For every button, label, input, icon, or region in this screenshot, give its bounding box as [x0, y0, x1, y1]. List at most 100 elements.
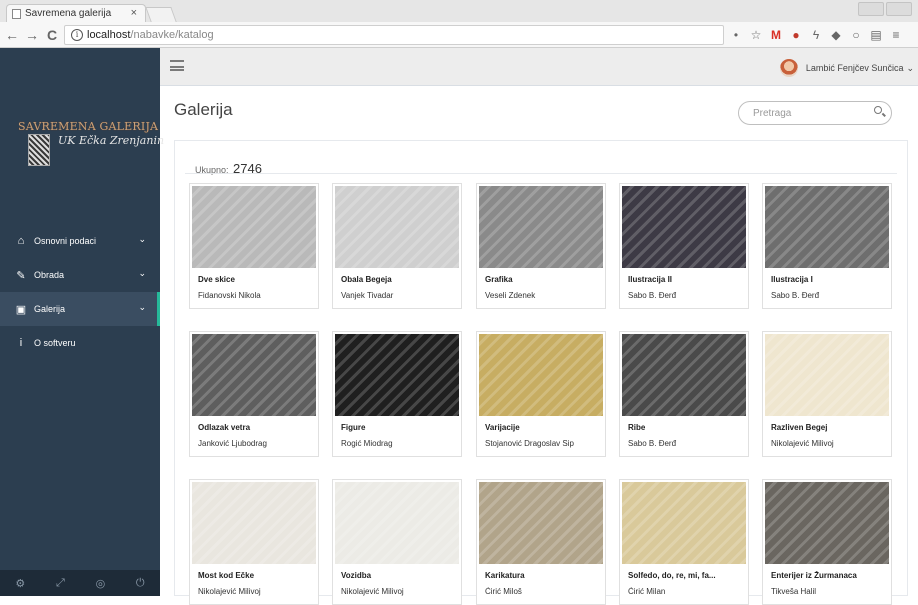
- search-placeholder: Pretraga: [753, 108, 792, 119]
- sidebar-item-label: O softveru: [34, 338, 76, 348]
- sidebar-item-galerija[interactable]: ▣ Galerija ⌄: [0, 292, 160, 326]
- artwork-thumbnail[interactable]: [192, 334, 316, 416]
- settings-icon[interactable]: ⚙: [15, 577, 25, 590]
- artwork-title: Vozidba: [341, 571, 372, 580]
- artwork-title: Most kod Ečke: [198, 571, 255, 580]
- artwork-thumbnail[interactable]: [335, 334, 459, 416]
- artwork-thumbnail[interactable]: [192, 482, 316, 564]
- artwork-thumbnail[interactable]: [479, 482, 603, 564]
- maximize-button[interactable]: [886, 2, 912, 16]
- artwork-artist: Fidanovski Nikola: [198, 291, 261, 300]
- artwork-artist: Sabo B. Đerđ: [771, 291, 820, 300]
- close-icon[interactable]: ×: [131, 7, 137, 19]
- gallery-card[interactable]: Karikatura Ćirić Miloš: [476, 479, 606, 605]
- top-navbar: Lambić Fenjčev Sunčica ⌄: [160, 48, 918, 86]
- artwork-title: Grafika: [485, 275, 513, 284]
- pdf-icon[interactable]: ▤: [868, 27, 884, 43]
- tab-title: Savremena galerija: [25, 8, 112, 19]
- sidebar-footer: ⚙ ⤢ ◎ ⏻: [0, 570, 160, 596]
- artwork-artist: Janković Ljubodrag: [198, 439, 267, 448]
- gallery-card[interactable]: Grafika Veseli Zdenek: [476, 183, 606, 309]
- artwork-artist: Nikolajević Milivoj: [341, 587, 404, 596]
- gallery-card[interactable]: Obala Begeja Vanjek Tivadar: [332, 183, 462, 309]
- artwork-thumbnail[interactable]: [479, 186, 603, 268]
- pin-icon[interactable]: •: [728, 27, 744, 43]
- page-title: Galerija: [174, 100, 233, 119]
- gallery-card[interactable]: Vozidba Nikolajević Milivoj: [332, 479, 462, 605]
- artwork-artist: Vanjek Tivadar: [341, 291, 394, 300]
- search-icon[interactable]: [874, 106, 882, 114]
- gallery-card[interactable]: Varijacije Stojanović Dragoslav Sip: [476, 331, 606, 457]
- artwork-title: Obala Begeja: [341, 275, 392, 284]
- avatar: [779, 59, 798, 77]
- bolt-icon[interactable]: ϟ: [808, 27, 824, 43]
- artwork-title: Ilustracija I: [771, 275, 813, 284]
- edit-icon: ✎: [16, 269, 26, 282]
- artwork-thumbnail[interactable]: [479, 334, 603, 416]
- info-icon[interactable]: i: [71, 29, 83, 41]
- artwork-title: Dve skice: [198, 275, 235, 284]
- star-icon[interactable]: ☆: [748, 27, 764, 43]
- artwork-artist: Nikolajević Milivoj: [771, 439, 834, 448]
- gallery-card[interactable]: Dve skice Fidanovski Nikola: [189, 183, 319, 309]
- reload-icon[interactable]: C: [44, 26, 60, 44]
- gallery-card[interactable]: Enterijer iz Žurmanaca Tikveša Halil: [762, 479, 892, 605]
- ublock-icon[interactable]: ●: [788, 27, 804, 43]
- minimize-button[interactable]: [858, 2, 884, 16]
- browser-tab[interactable]: Savremena galerija ×: [6, 4, 146, 22]
- artwork-thumbnail[interactable]: [622, 482, 746, 564]
- chevron-down-icon: ⌄: [906, 62, 914, 73]
- artwork-title: Ribe: [628, 423, 646, 432]
- artwork-thumbnail[interactable]: [335, 186, 459, 268]
- gallery-card[interactable]: Ribe Sabo B. Đerđ: [619, 331, 749, 457]
- power-icon[interactable]: ⏻: [136, 577, 145, 590]
- gallery-card[interactable]: Odlazak vetra Janković Ljubodrag: [189, 331, 319, 457]
- gallery-card[interactable]: Razliven Begej Nikolajević Milivoj: [762, 331, 892, 457]
- gallery-card[interactable]: Ilustracija I Sabo B. Đerđ: [762, 183, 892, 309]
- eye-slash-icon[interactable]: ◎: [96, 577, 106, 590]
- forward-icon[interactable]: →: [24, 26, 40, 44]
- user-name: Lambić Fenjčev Sunčica: [805, 63, 904, 73]
- back-icon[interactable]: ←: [4, 26, 20, 44]
- puzzle-icon[interactable]: ◆: [828, 27, 844, 43]
- artwork-thumbnail[interactable]: [765, 334, 889, 416]
- artwork-artist: Stojanović Dragoslav Sip: [485, 439, 574, 448]
- artwork-title: Enterijer iz Žurmanaca: [771, 571, 857, 580]
- sidebar-item-osnovni-podaci[interactable]: ⌂ Osnovni podaci ⌄: [0, 224, 160, 258]
- search-input[interactable]: Pretraga: [738, 101, 892, 125]
- gallery-card[interactable]: Figure Rogić Miodrag: [332, 331, 462, 457]
- artwork-thumbnail[interactable]: [335, 482, 459, 564]
- page-icon: [12, 9, 21, 19]
- gallery-card[interactable]: Most kod Ečke Nikolajević Milivoj: [189, 479, 319, 605]
- sidebar-item-label: Galerija: [34, 304, 66, 314]
- artwork-artist: Ćirić Milan: [628, 587, 666, 596]
- sidebar-item-label: Obrada: [34, 270, 65, 280]
- artwork-thumbnail[interactable]: [622, 186, 746, 268]
- menu-toggle-icon[interactable]: [170, 60, 184, 71]
- address-bar[interactable]: i localhost/nabavke/katalog: [64, 25, 724, 45]
- menu-icon[interactable]: ≡: [888, 27, 904, 43]
- artwork-title: Figure: [341, 423, 366, 432]
- circle-icon[interactable]: ○: [848, 27, 864, 43]
- sidebar-item-label: Osnovni podaci: [34, 236, 97, 246]
- url-path: /nabavke/katalog: [130, 29, 214, 41]
- artwork-title: Karikatura: [485, 571, 525, 580]
- artwork-thumbnail[interactable]: [765, 186, 889, 268]
- artwork-thumbnail[interactable]: [622, 334, 746, 416]
- logo-subtitle: UK Ečka Zrenjanin: [58, 134, 165, 147]
- sidebar-item-o-softveru[interactable]: i O softveru: [0, 326, 160, 360]
- sidebar-item-obrada[interactable]: ✎ Obrada ⌄: [0, 258, 160, 292]
- gmail-icon[interactable]: M: [768, 27, 784, 43]
- window-controls: [858, 2, 912, 16]
- artwork-artist: Veseli Zdenek: [485, 291, 536, 300]
- logo[interactable]: SAVREMENA GALERIJA UK Ečka Zrenjanin: [18, 120, 164, 166]
- new-tab-button[interactable]: [145, 7, 177, 22]
- artwork-thumbnail[interactable]: [765, 482, 889, 564]
- fullscreen-icon[interactable]: ⤢: [56, 577, 65, 590]
- gallery-card[interactable]: Ilustracija II Sabo B. Đerđ: [619, 183, 749, 309]
- gallery-card[interactable]: Solfedo, do, re, mi, fa... Ćirić Milan: [619, 479, 749, 605]
- artwork-thumbnail[interactable]: [192, 186, 316, 268]
- artwork-artist: Nikolajević Milivoj: [198, 587, 261, 596]
- user-menu[interactable]: Lambić Fenjčev Sunčica ⌄: [779, 59, 914, 77]
- chevron-down-icon: ⌄: [138, 234, 146, 244]
